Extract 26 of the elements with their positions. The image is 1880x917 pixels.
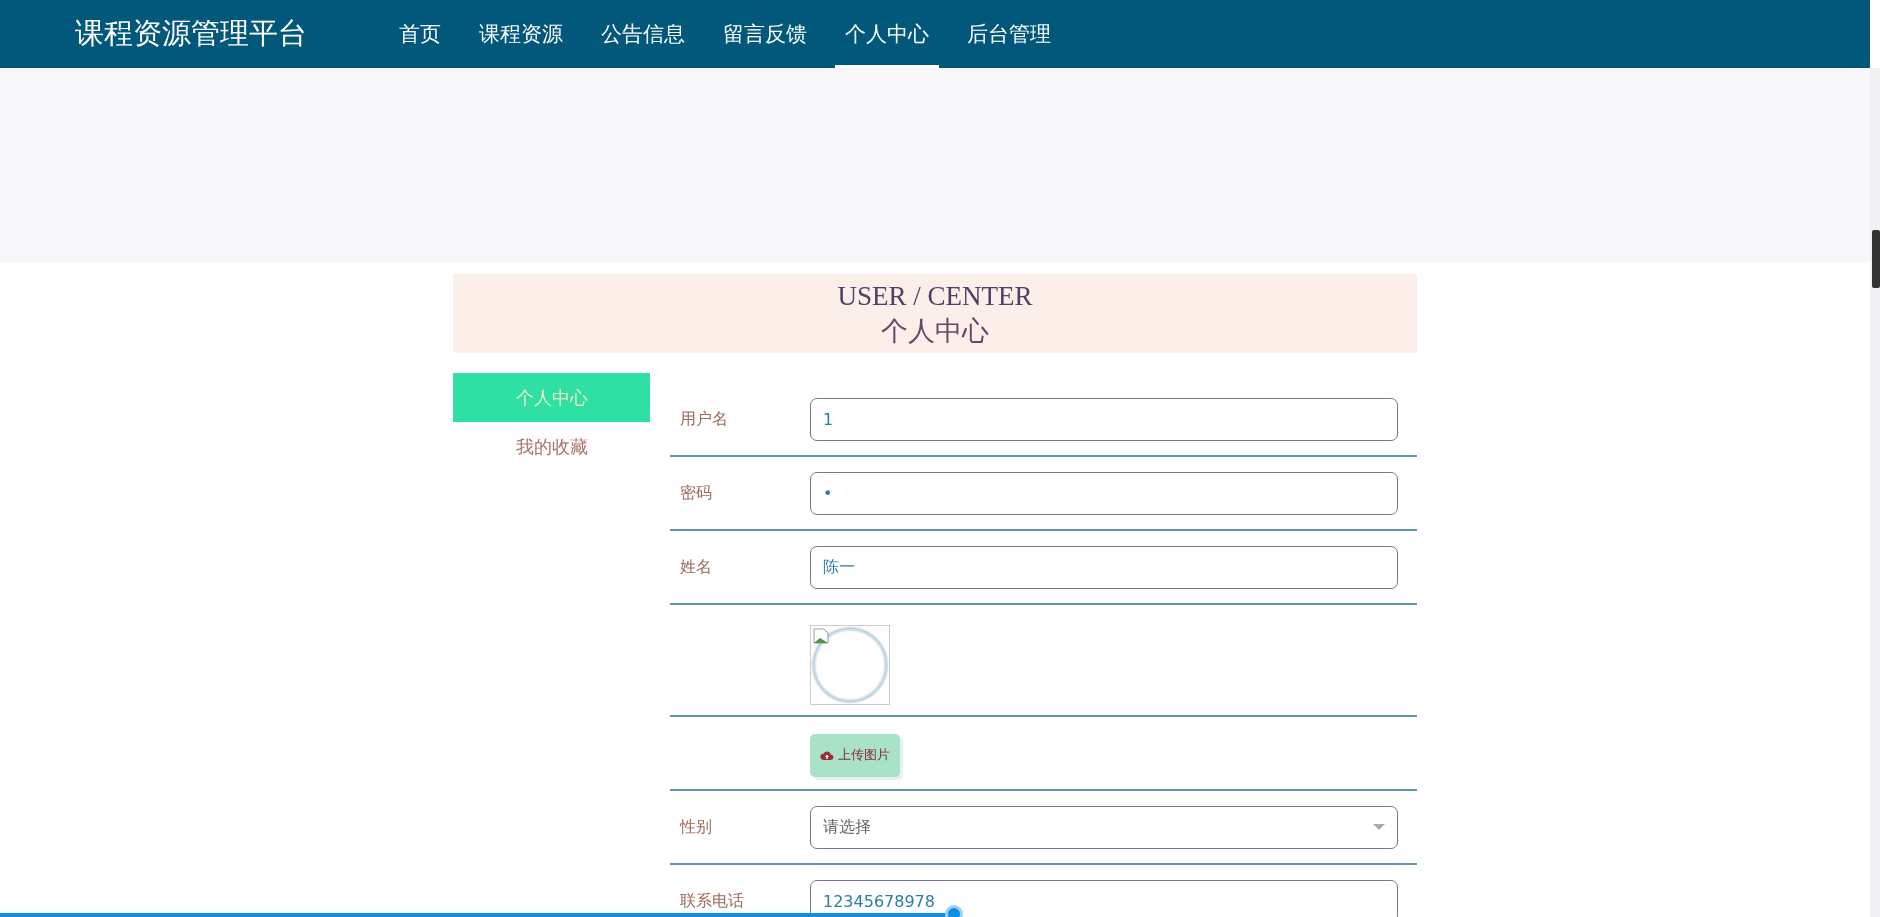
nav-link[interactable]: 课程资源 [469, 0, 573, 68]
nav-link[interactable]: 后台管理 [957, 0, 1061, 68]
field-label: 性别 [680, 816, 712, 836]
scrollbar-thumb[interactable] [1872, 230, 1880, 288]
field-label: 用户名 [680, 408, 728, 428]
input-field[interactable]: 12345678978 [810, 879, 1398, 917]
nav-link[interactable]: 公告信息 [591, 0, 695, 68]
nav-link[interactable]: 留言反馈 [713, 0, 817, 68]
input-field[interactable]: 1 [810, 397, 1398, 441]
nav-link[interactable]: 首页 [389, 0, 451, 68]
broken-image-icon [813, 628, 829, 644]
upload-button[interactable]: 上传图片 [810, 733, 900, 777]
scrollbar[interactable] [1870, 68, 1880, 917]
input-field[interactable]: 陈一 [810, 545, 1398, 589]
site-title: 课程资源管理平台 [75, 15, 308, 52]
caret-icon [1373, 824, 1385, 830]
field-label: 联系电话 [680, 890, 744, 910]
section-title-chinese: 个人中心 [880, 315, 990, 348]
progress-handle[interactable] [947, 908, 960, 917]
field-label: 姓名 [680, 556, 712, 576]
select-field[interactable]: 请选择 [810, 805, 1398, 849]
input-field[interactable]: • [810, 471, 1398, 515]
field-label: 密码 [680, 482, 712, 502]
sidebar-item[interactable]: 我的收藏 [453, 422, 650, 471]
cloud-upload-icon [820, 749, 834, 761]
section-title-english: USER / CENTER [836, 280, 1034, 313]
